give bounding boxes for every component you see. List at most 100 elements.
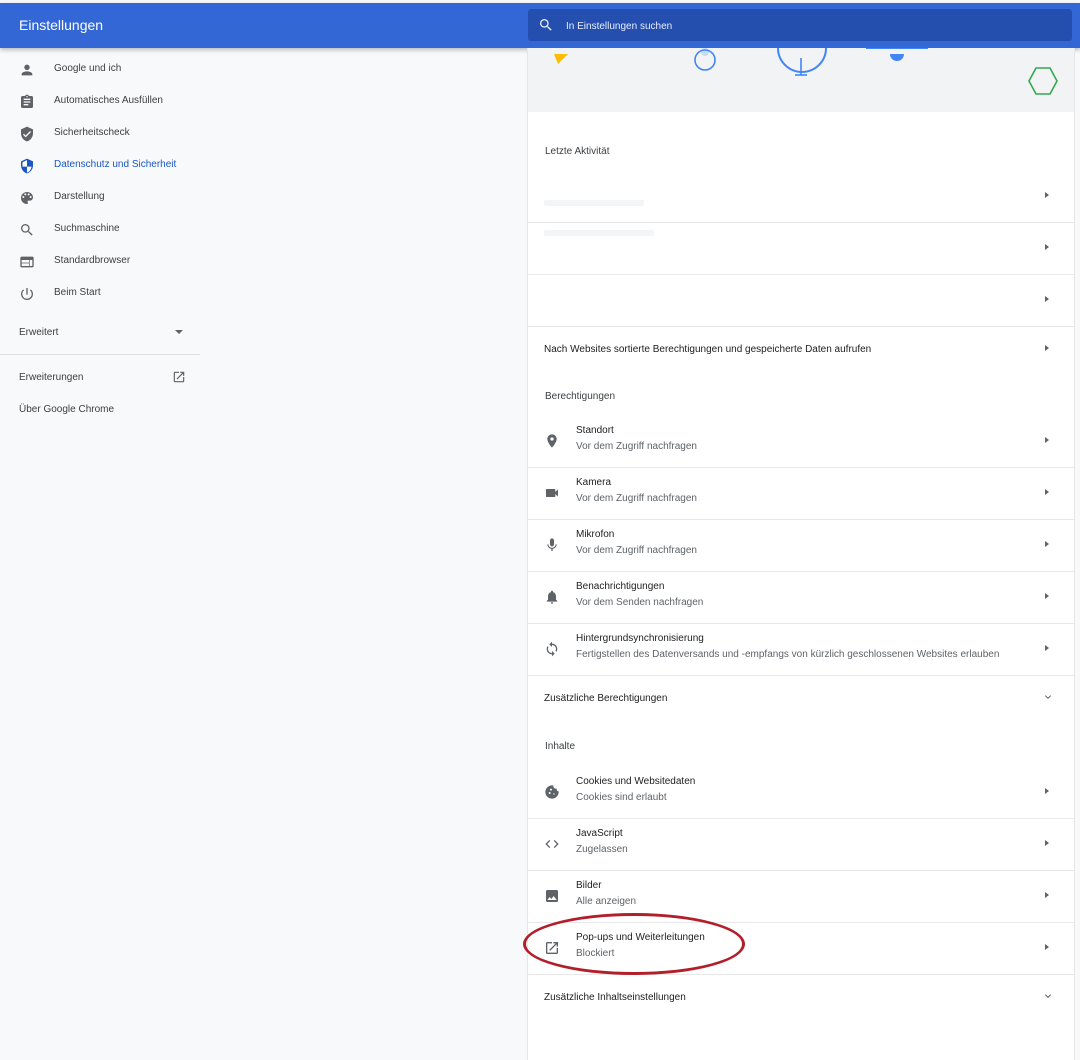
sidebar-item-safety-check[interactable]: Sicherheitscheck	[0, 118, 200, 150]
row-title: Zusätzliche Berechtigungen	[544, 693, 668, 704]
camera-icon	[546, 489, 558, 497]
row-title: JavaScript	[576, 828, 623, 839]
sidebar-item-privacy[interactable]: Datenschutz und Sicherheit	[0, 150, 200, 182]
chevron-down-icon	[1045, 994, 1051, 998]
illustration-graphic	[554, 48, 1058, 95]
permission-camera-row[interactable]: Kamera Vor dem Zugriff nachfragen	[528, 467, 1074, 520]
row-subtitle: Fertigstellen des Datenversands und -emp…	[576, 649, 1000, 660]
section-title-content: Inhalte	[545, 741, 576, 752]
content-javascript-row[interactable]: JavaScript Zugelassen	[528, 818, 1074, 871]
row-subtitle: Blockiert	[576, 948, 615, 959]
section-title-permissions: Berechtigungen	[545, 391, 616, 402]
arrow-right-icon	[1045, 489, 1049, 495]
sidebar-item-label: Suchmaschine	[54, 223, 120, 234]
shield-check-icon	[21, 126, 33, 142]
content-cookies-row[interactable]: Cookies und Websitedaten Cookies sind er…	[528, 766, 1074, 819]
bell-icon	[546, 590, 558, 604]
arrow-right-icon	[1045, 244, 1049, 250]
arrow-right-icon	[1045, 192, 1049, 198]
palette-icon	[21, 192, 33, 204]
permission-background-sync-row[interactable]: Hintergrundsynchronisierung Fertigstelle…	[528, 623, 1074, 676]
row-subtitle: Vor dem Senden nachfragen	[576, 597, 704, 608]
sidebar-item-label: Automatisches Ausfüllen	[54, 95, 163, 106]
sidebar-item-label: Standardbrowser	[54, 255, 131, 266]
open-in-new-icon	[546, 942, 558, 954]
power-icon	[21, 288, 33, 300]
shield-icon	[21, 158, 33, 174]
search-icon	[540, 19, 552, 31]
image-icon	[546, 890, 558, 902]
recent-activity-row[interactable]	[528, 274, 1074, 327]
row-title: Bilder	[576, 880, 602, 891]
row-title: Cookies und Websitedaten	[576, 776, 696, 787]
sidebar-item-label: Darstellung	[54, 191, 105, 202]
row-title: Kamera	[576, 477, 612, 488]
clipboard-icon	[21, 94, 33, 108]
row-subtitle: Vor dem Zugriff nachfragen	[576, 441, 697, 452]
row-subtitle: Vor dem Zugriff nachfragen	[576, 545, 697, 556]
sidebar-item-label: Beim Start	[54, 287, 101, 298]
sidebar-item-label: Datenschutz und Sicherheit	[54, 159, 177, 170]
cookie-icon	[545, 785, 559, 799]
sidebar-divider	[0, 354, 200, 355]
row-title: Standort	[576, 425, 614, 436]
arrow-right-icon	[1045, 296, 1049, 302]
sidebar-item-label: Sicherheitscheck	[54, 127, 130, 138]
row-subtitle: Cookies sind erlaubt	[576, 792, 667, 803]
sidebar-item-search-engine[interactable]: Suchmaschine	[0, 214, 200, 246]
arrow-right-icon	[1045, 345, 1049, 351]
about-chrome-link[interactable]: Über Google Chrome	[19, 404, 114, 415]
arrow-right-icon	[1045, 437, 1049, 443]
recent-activity-row[interactable]	[528, 222, 1074, 275]
search-icon	[21, 224, 33, 236]
section-title-recent: Letzte Aktivität	[545, 146, 610, 157]
row-title: Mikrofon	[576, 529, 615, 540]
sidebar-item-on-startup[interactable]: Beim Start	[0, 278, 200, 310]
row-title: Benachrichtigungen	[576, 581, 665, 592]
row-subtitle: Zugelassen	[576, 844, 628, 855]
row-title: Nach Websites sortierte Berechtigungen u…	[544, 344, 872, 355]
permission-microphone-row[interactable]: Mikrofon Vor dem Zugriff nachfragen	[528, 519, 1074, 572]
site-data-row[interactable]: Nach Websites sortierte Berechtigungen u…	[528, 326, 1074, 370]
permission-notifications-row[interactable]: Benachrichtigungen Vor dem Senden nachfr…	[528, 571, 1074, 624]
permission-location-row[interactable]: Standort Vor dem Zugriff nachfragen	[528, 415, 1074, 468]
arrow-right-icon	[1045, 645, 1049, 651]
advanced-label: Erweitert	[19, 327, 59, 338]
arrow-right-icon	[1045, 892, 1049, 898]
search-input[interactable]	[564, 9, 1048, 43]
sync-icon	[546, 641, 558, 657]
sidebar-item-autofill[interactable]: Automatisches Ausfüllen	[0, 86, 200, 118]
main-panel: Letzte Aktivität Nach Websites sortierte…	[527, 48, 1075, 1060]
location-icon	[547, 434, 557, 448]
placeholder-bar	[544, 200, 644, 206]
sidebar-item-google[interactable]: Google und ich	[0, 54, 200, 86]
advanced-toggle[interactable]: Erweitert	[0, 316, 200, 348]
row-title: Zusätzliche Inhaltseinstellungen	[544, 992, 686, 1003]
row-title: Pop-ups und Weiterleitungen	[576, 932, 705, 943]
arrow-right-icon	[1045, 944, 1049, 950]
content-popups-row[interactable]: Pop-ups und Weiterleitungen Blockiert	[528, 922, 1074, 975]
extensions-link[interactable]: Erweiterungen	[19, 372, 83, 383]
search-box[interactable]	[528, 9, 1072, 43]
browser-icon	[20, 256, 34, 268]
arrow-right-icon	[1045, 788, 1049, 794]
row-subtitle: Vor dem Zugriff nachfragen	[576, 493, 697, 504]
additional-permissions-row[interactable]: Zusätzliche Berechtigungen	[528, 675, 1074, 719]
caret-down-icon	[175, 330, 183, 334]
sidebar-item-default-browser[interactable]: Standardbrowser	[0, 246, 200, 278]
sidebar-item-appearance[interactable]: Darstellung	[0, 182, 200, 214]
arrow-right-icon	[1045, 541, 1049, 547]
arrow-right-icon	[1045, 593, 1049, 599]
chevron-down-icon	[1045, 695, 1051, 699]
microphone-icon	[547, 538, 557, 551]
recent-activity-row[interactable]	[528, 170, 1074, 223]
arrow-right-icon	[1045, 840, 1049, 846]
row-subtitle: Alle anzeigen	[576, 896, 637, 907]
code-icon	[545, 840, 559, 848]
row-title: Hintergrundsynchronisierung	[576, 633, 704, 644]
privacy-illustration	[528, 48, 1074, 112]
open-in-new-icon[interactable]	[172, 370, 186, 384]
additional-content-row[interactable]: Zusätzliche Inhaltseinstellungen	[528, 974, 1074, 1018]
content-images-row[interactable]: Bilder Alle anzeigen	[528, 870, 1074, 923]
sidebar-item-label: Google und ich	[54, 63, 122, 74]
